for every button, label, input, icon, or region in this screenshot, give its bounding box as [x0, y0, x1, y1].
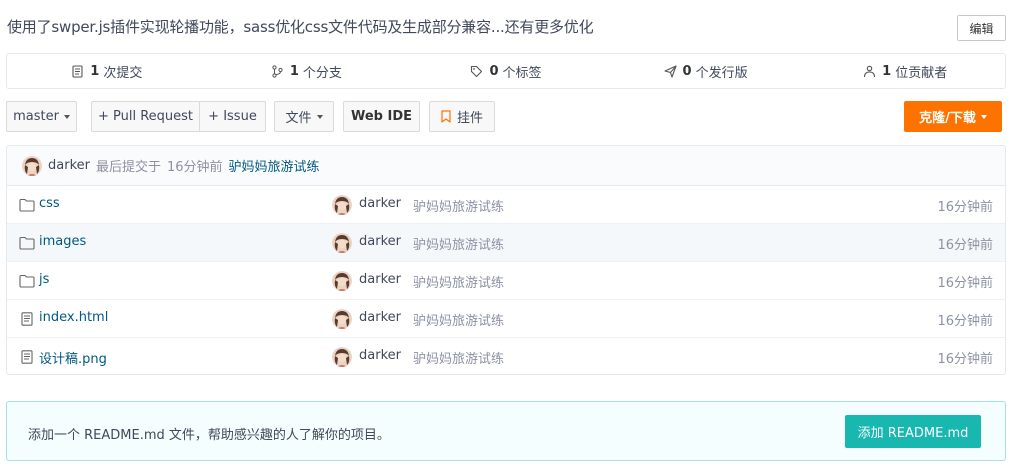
stat-label: 个发行版 [695, 65, 748, 81]
stat-label: 次提交 [103, 65, 143, 81]
stat-releases[interactable]: 0 个发行版 [606, 54, 806, 88]
tag-icon [470, 65, 483, 78]
file-commit-author[interactable]: darker [359, 196, 401, 211]
contributors-icon [863, 65, 876, 78]
file-name-link[interactable]: js [39, 272, 49, 287]
stat-label: 位贡献者 [895, 65, 948, 81]
commit-message[interactable]: 驴妈妈旅游试练 [229, 156, 320, 175]
list-item[interactable]: index.html darker 驴妈妈旅游试练 16分钟前 [7, 300, 1005, 338]
repo-toolbar: master + Pull Request + Issue 文件 Web IDE… [0, 101, 1010, 133]
file-dropdown-label: 文件 [285, 111, 312, 126]
file-commit-time: 16分钟前 [937, 238, 993, 253]
file-commit-time: 16分钟前 [937, 276, 993, 291]
issue-button[interactable]: + Issue [199, 101, 266, 132]
avatar[interactable] [332, 271, 352, 291]
branch-name: master [13, 109, 59, 124]
file-name-link[interactable]: css [39, 196, 60, 211]
file-commit-author[interactable]: darker [359, 348, 401, 363]
chevron-down-icon [63, 115, 70, 119]
widget-button[interactable]: 挂件 [429, 101, 495, 132]
last-commit-header: darker 最后提交于 16分钟前 驴妈妈旅游试练 [7, 146, 1005, 186]
add-readme-button[interactable]: 添加 README.md [845, 415, 981, 448]
avatar[interactable] [332, 195, 352, 215]
branch-icon [271, 64, 284, 78]
branch-select[interactable]: master [6, 101, 77, 132]
stat-count: 1 [90, 63, 100, 79]
clone-label: 克隆/下载 [919, 111, 976, 126]
avatar[interactable] [332, 233, 352, 253]
widget-label: 挂件 [456, 111, 483, 126]
release-icon [663, 64, 677, 78]
file-dropdown[interactable]: 文件 [274, 101, 334, 132]
folder-icon [19, 236, 35, 250]
stat-count: 0 [489, 63, 499, 79]
stat-label: 个标签 [502, 65, 542, 81]
file-commit-message[interactable]: 驴妈妈旅游试练 [413, 348, 504, 367]
file-list: darker 最后提交于 16分钟前 驴妈妈旅游试练 css darker 驴妈… [6, 145, 1006, 375]
file-name-link[interactable]: 设计稿.png [39, 348, 107, 367]
clone-download-button[interactable]: 克隆/下载 [904, 101, 1002, 132]
web-ide-button[interactable]: Web IDE [343, 101, 420, 132]
chevron-down-icon [980, 115, 987, 119]
project-description-row: 使用了swper.js插件实现轮播功能，sass优化css文件代码及生成部分兼容… [0, 0, 1010, 52]
list-item[interactable]: images darker 驴妈妈旅游试练 16分钟前 [7, 224, 1005, 262]
list-item[interactable]: 设计稿.png darker 驴妈妈旅游试练 16分钟前 [7, 338, 1005, 374]
list-item[interactable]: js darker 驴妈妈旅游试练 16分钟前 [7, 262, 1005, 300]
stat-label: 个分支 [302, 65, 342, 81]
stat-commits[interactable]: 1 次提交 [7, 54, 207, 88]
folder-icon [19, 274, 35, 288]
file-commit-message[interactable]: 驴妈妈旅游试练 [413, 272, 504, 291]
commit-icon [71, 64, 84, 78]
file-commit-author[interactable]: darker [359, 310, 401, 325]
file-name-link[interactable]: images [39, 234, 86, 249]
edit-description-button[interactable]: 编辑 [957, 15, 1006, 41]
file-icon [19, 312, 35, 326]
commit-time: 16分钟前 [167, 160, 223, 175]
file-commit-time: 16分钟前 [937, 352, 993, 367]
readme-hint: 添加一个 README.md 文件，帮助感兴趣的人了解你的项目。 [28, 428, 390, 443]
file-commit-author[interactable]: darker [359, 234, 401, 249]
avatar[interactable] [22, 155, 42, 176]
file-commit-message[interactable]: 驴妈妈旅游试练 [413, 234, 504, 253]
stat-count: 1 [882, 63, 892, 79]
bookmark-icon [441, 110, 451, 123]
stat-branches[interactable]: 1 个分支 [207, 54, 407, 88]
file-name-link[interactable]: index.html [39, 310, 108, 325]
stat-count: 1 [289, 63, 299, 79]
stat-count: 0 [682, 63, 692, 79]
stat-contributors[interactable]: 1 位贡献者 [805, 54, 1005, 88]
repo-stats-bar: 1 次提交 1 个分支 0 个标签 0 个发行版 1 位贡献者 [6, 53, 1006, 89]
project-description: 使用了swper.js插件实现轮播功能，sass优化css文件代码及生成部分兼容… [7, 18, 594, 36]
file-commit-time: 16分钟前 [937, 314, 993, 329]
avatar[interactable] [332, 347, 352, 367]
stat-tags[interactable]: 0 个标签 [406, 54, 606, 88]
list-item[interactable]: css darker 驴妈妈旅游试练 16分钟前 [7, 186, 1005, 224]
commit-meta-text: 最后提交于 [95, 160, 161, 175]
folder-icon [19, 198, 35, 212]
file-commit-author[interactable]: darker [359, 272, 401, 287]
file-commit-message[interactable]: 驴妈妈旅游试练 [413, 196, 504, 215]
pull-request-button[interactable]: + Pull Request [91, 101, 200, 132]
chevron-down-icon [316, 115, 323, 119]
avatar[interactable] [332, 309, 352, 329]
file-commit-message[interactable]: 驴妈妈旅游试练 [413, 310, 504, 329]
readme-prompt: 添加一个 README.md 文件，帮助感兴趣的人了解你的项目。 添加 READ… [6, 401, 1006, 461]
file-commit-time: 16分钟前 [937, 200, 993, 215]
commit-author[interactable]: darker [48, 158, 90, 173]
file-icon [19, 350, 35, 364]
